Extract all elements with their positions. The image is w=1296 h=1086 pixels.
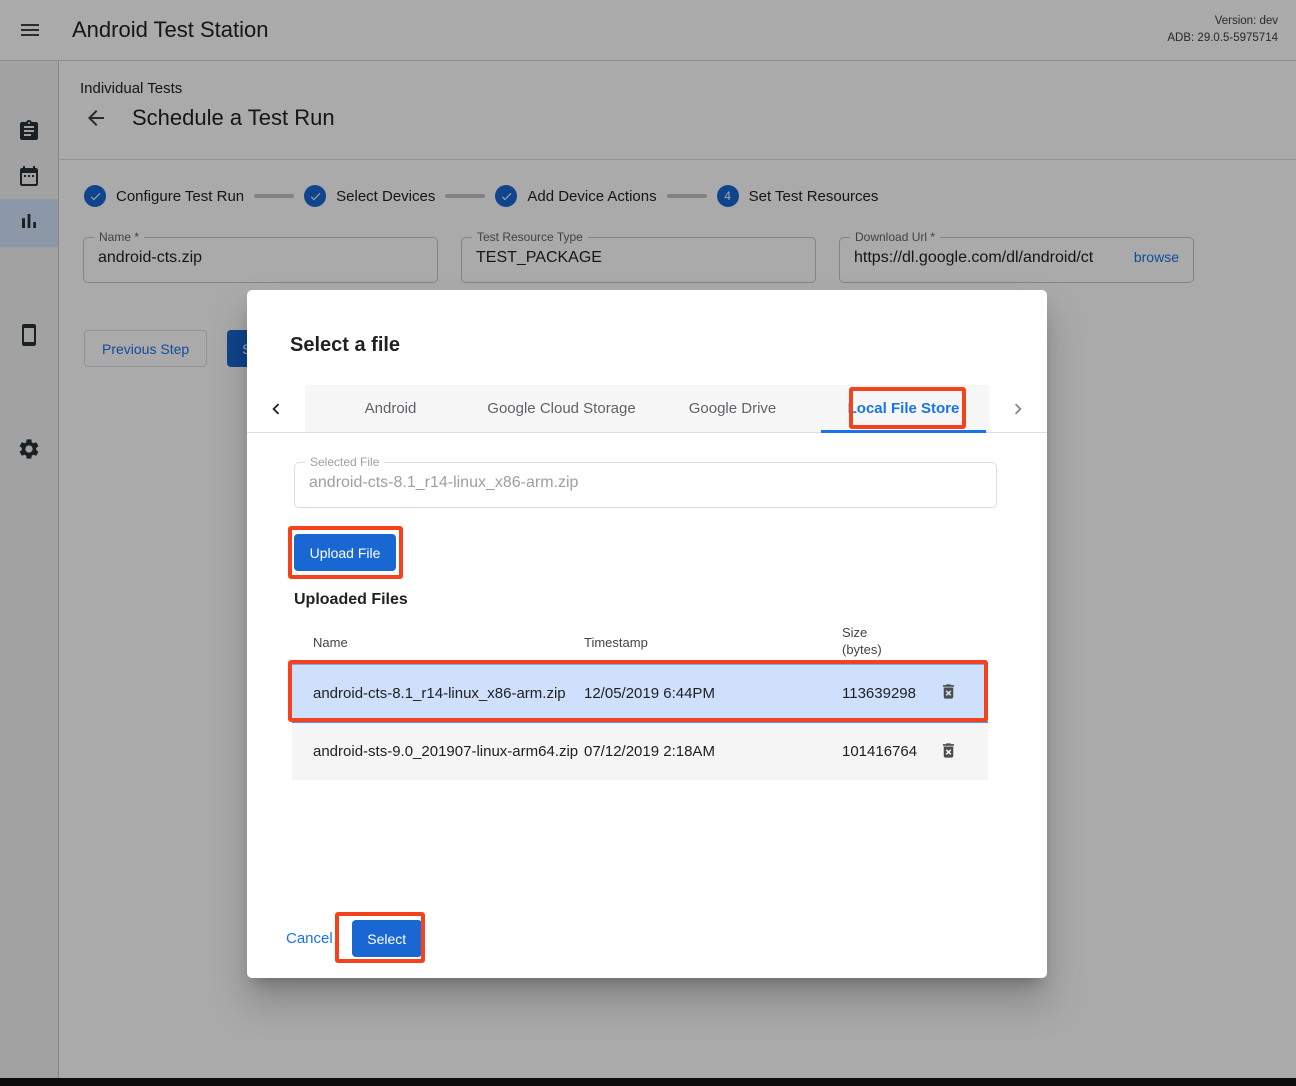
file-timestamp: 07/12/2019 2:18AM [584, 743, 842, 760]
file-size: 101416764 [842, 743, 920, 760]
selected-file-label: Selected File [305, 455, 384, 469]
uploaded-files-heading: Uploaded Files [294, 591, 408, 609]
selected-file-value: android-cts-8.1_r14-linux_x86-arm.zip [309, 474, 982, 492]
window-bottom-edge [0, 1078, 1296, 1086]
tab-list: Android Google Cloud Storage Google Driv… [305, 385, 989, 432]
cancel-button[interactable]: Cancel [286, 930, 333, 947]
table-header-row: Name Timestamp Size (bytes) [292, 621, 988, 664]
dialog-actions: Cancel Select [286, 920, 422, 957]
app-window: Android Test Station Version: dev ADB: 2… [0, 0, 1296, 1086]
table-row[interactable]: android-sts-9.0_201907-linux-arm64.zip 0… [292, 723, 988, 780]
file-name: android-cts-8.1_r14-linux_x86-arm.zip [292, 685, 584, 702]
tab-local-file-store[interactable]: Local File Store [818, 385, 989, 432]
chevron-left-icon[interactable] [247, 385, 305, 432]
select-file-dialog: Select a file Android Google Cloud Stora… [247, 290, 1047, 978]
selected-file-field[interactable]: Selected File android-cts-8.1_r14-linux_… [294, 462, 997, 508]
file-timestamp: 12/05/2019 6:44PM [584, 685, 842, 702]
dialog-title: Select a file [290, 334, 400, 357]
column-header-timestamp: Timestamp [584, 635, 842, 650]
delete-forever-icon [939, 741, 958, 763]
file-source-tabs: Android Google Cloud Storage Google Driv… [247, 385, 1047, 433]
uploaded-files-table: Name Timestamp Size (bytes) android-cts-… [292, 621, 988, 780]
delete-forever-icon [939, 682, 958, 704]
tab-google-drive[interactable]: Google Drive [647, 385, 818, 432]
select-button[interactable]: Select [352, 920, 422, 957]
delete-file-button[interactable] [930, 675, 966, 711]
table-row[interactable]: android-cts-8.1_r14-linux_x86-arm.zip 12… [292, 664, 988, 723]
chevron-right-icon[interactable] [989, 385, 1047, 432]
file-size: 113639298 [842, 685, 920, 702]
upload-file-button[interactable]: Upload File [294, 534, 396, 571]
tab-android[interactable]: Android [305, 385, 476, 432]
tab-google-cloud-storage[interactable]: Google Cloud Storage [476, 385, 647, 432]
file-name: android-sts-9.0_201907-linux-arm64.zip [292, 743, 584, 760]
column-header-size: Size (bytes) [842, 625, 920, 659]
column-header-name: Name [292, 635, 584, 650]
delete-file-button[interactable] [930, 734, 966, 770]
